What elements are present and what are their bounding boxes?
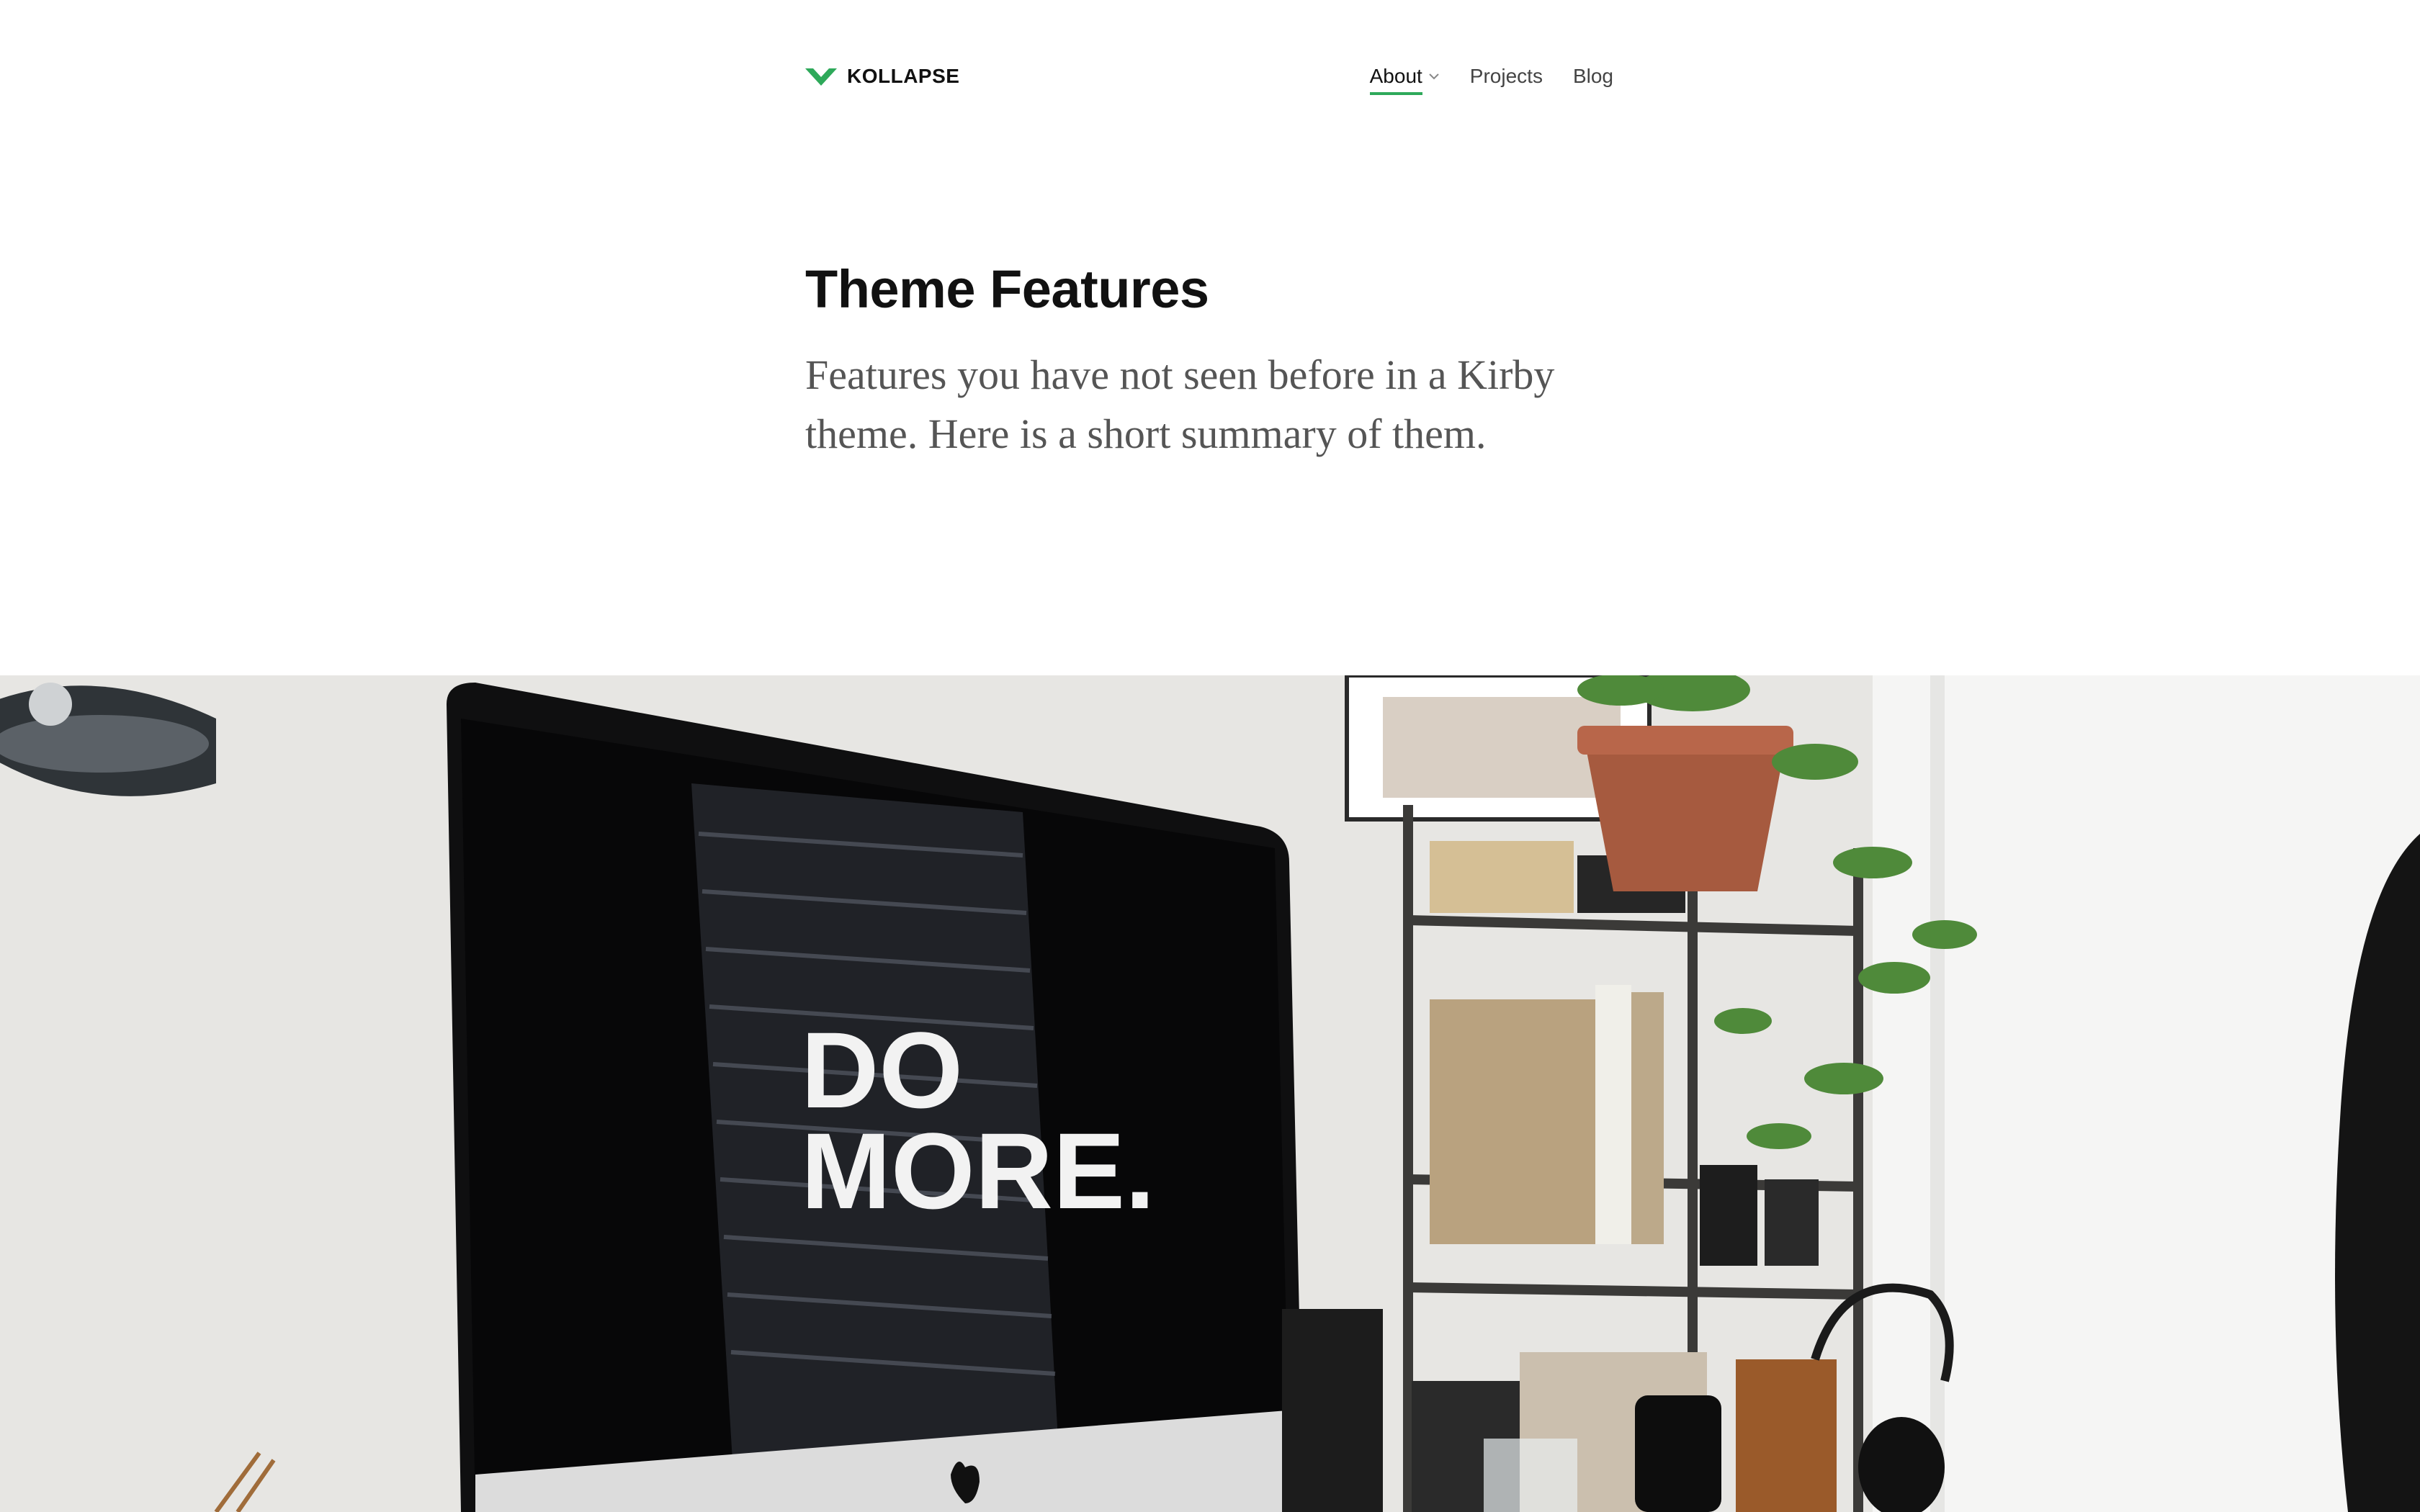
main-nav: About Projects Blog: [1340, 62, 1613, 95]
chevron-down-icon[interactable]: [1428, 73, 1440, 80]
brand-name: KOLLAPSE: [847, 65, 960, 87]
page-intro: Theme Features Features you have not see…: [805, 251, 1613, 464]
nav-item-label: Blog: [1572, 65, 1613, 87]
desk-scene-illustration: DO MORE.: [0, 675, 2420, 1512]
nav-item-blog[interactable]: Blog: [1573, 65, 1613, 88]
page-subtitle: Features you have not seen before in a K…: [805, 351, 1555, 457]
nav-item-projects[interactable]: Projects: [1470, 65, 1543, 88]
screen-text-line-2: MORE.: [801, 1110, 1155, 1231]
page-title: Theme Features: [805, 259, 1209, 319]
nav-item-label: About: [1369, 65, 1422, 95]
chevron-v-logo-icon: [805, 68, 837, 86]
site-logo[interactable]: KOLLAPSE: [805, 62, 959, 91]
site-header: KOLLAPSE About Projects Blog: [805, 62, 1613, 105]
hero-photo: DO MORE.: [0, 675, 2420, 1512]
nav-item-label: Projects: [1469, 65, 1543, 87]
nav-item-about[interactable]: About: [1369, 65, 1440, 95]
